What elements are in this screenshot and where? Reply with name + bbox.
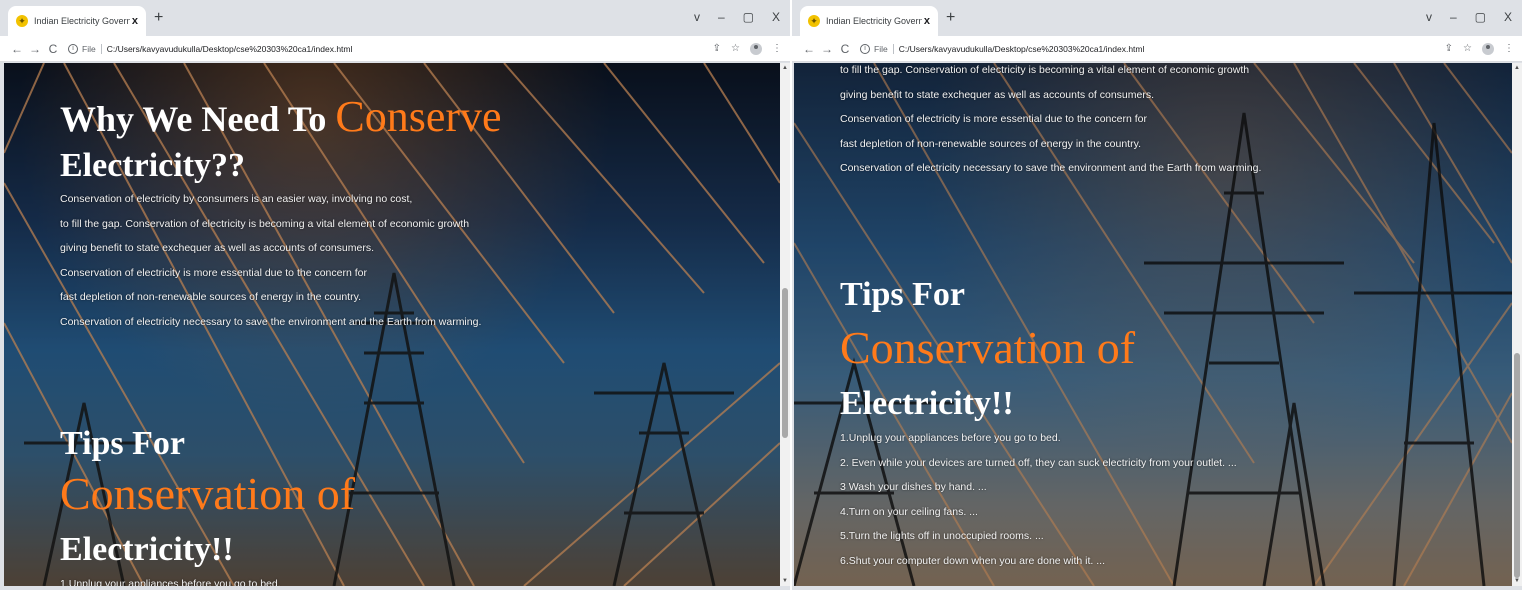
tab-strip: ✦ Indian Electricity Governament of x + … <box>792 0 1522 36</box>
address-separator <box>892 43 894 54</box>
why-line: giving benefit to state exchequer as wel… <box>60 242 375 254</box>
page-viewport: to fill the gap. Conservation of electri… <box>794 63 1512 586</box>
tips-heading-suffix: Electricity!! <box>840 385 1014 422</box>
reload-button[interactable]: C <box>44 42 62 56</box>
tab-close-icon[interactable]: x <box>132 15 138 27</box>
tab-search-button[interactable]: v <box>1426 10 1432 24</box>
tip-item: 1.Unplug your appliances before you go t… <box>840 432 1061 444</box>
why-line: Conservation of electricity is more esse… <box>60 266 367 279</box>
tab-close-icon[interactable]: x <box>924 15 930 27</box>
tip-item: 6.Shut your computer down when you are d… <box>840 554 1105 567</box>
scroll-thumb[interactable] <box>782 288 788 438</box>
toolbar-actions: ⇪ ☆ ⋮ <box>1445 42 1514 55</box>
why-line: Conservation of electricity necessary to… <box>60 315 482 328</box>
vertical-scrollbar[interactable]: ▲ ▼ <box>780 63 790 586</box>
why-line: fast depletion of non-renewable sources … <box>840 137 1141 150</box>
tips-list: 1.Unplug your appliances before you go t… <box>60 572 281 586</box>
tip-item: 5.Turn the lights off in unoccupied room… <box>840 530 1044 542</box>
why-paragraph: Conservation of electricity by consumers… <box>60 187 481 334</box>
tip-item: 2. Even while your devices are turned of… <box>840 456 1237 469</box>
share-icon[interactable]: ⇪ <box>1445 43 1453 54</box>
tip-item: 1.Unplug your appliances before you go t… <box>60 578 281 586</box>
scheme-label: File <box>82 43 96 54</box>
tab-search-button[interactable]: v <box>694 10 700 24</box>
new-tab-button[interactable]: + <box>946 10 955 26</box>
new-tab-button[interactable]: + <box>154 10 163 26</box>
tips-list: 1.Unplug your appliances before you go t… <box>840 426 1237 573</box>
forward-button[interactable]: → <box>818 42 836 56</box>
why-heading: Why We Need To Conserve <box>60 95 502 139</box>
browser-tab[interactable]: ✦ Indian Electricity Governament of x <box>800 6 938 36</box>
close-window-button[interactable]: X <box>1504 10 1512 24</box>
vertical-scrollbar[interactable]: ▲ ▼ <box>1512 63 1522 586</box>
bulb-favicon-icon: ✦ <box>16 15 28 27</box>
scheme-label: File <box>874 43 888 54</box>
menu-icon[interactable]: ⋮ <box>772 43 782 54</box>
address-url[interactable]: C:/Users/kavyavudukulla/Desktop/cse%2030… <box>107 44 353 54</box>
tip-item: 4.Turn on your ceiling fans. ... <box>840 505 978 518</box>
why-heading-highlight: Conserve <box>335 92 502 141</box>
menu-icon[interactable]: ⋮ <box>1504 43 1514 54</box>
browser-tab[interactable]: ✦ Indian Electricity Governament of x <box>8 6 146 36</box>
window-controls: v – ▢ X <box>1426 10 1512 24</box>
toolbar-actions: ⇪ ☆ ⋮ <box>713 42 782 55</box>
scroll-up-arrow-icon[interactable]: ▲ <box>780 63 790 73</box>
tips-heading-suffix: Electricity!! <box>60 531 234 568</box>
tab-title: Indian Electricity Governament of <box>826 16 922 26</box>
minimize-button[interactable]: – <box>1450 10 1457 24</box>
info-icon[interactable]: i <box>860 43 870 54</box>
back-button[interactable]: ← <box>800 42 818 56</box>
address-bar[interactable]: i File C:/Users/kavyavudukulla/Desktop/c… <box>68 43 713 54</box>
info-icon[interactable]: i <box>68 43 78 54</box>
tip-item: 3 Wash your dishes by hand. ... <box>840 481 987 493</box>
tips-heading-prefix: Tips For <box>60 425 186 462</box>
why-line: giving benefit to state exchequer as wel… <box>840 88 1155 101</box>
close-window-button[interactable]: X <box>772 10 780 24</box>
profile-icon[interactable] <box>750 42 762 55</box>
why-line: to fill the gap. Conservation of electri… <box>60 217 470 230</box>
tab-strip: ✦ Indian Electricity Governament of x + … <box>0 0 790 36</box>
why-line: Conservation of electricity necessary to… <box>840 162 1262 174</box>
scroll-up-arrow-icon[interactable]: ▲ <box>1512 63 1522 73</box>
reload-button[interactable]: C <box>836 42 854 56</box>
scroll-thumb[interactable] <box>1514 353 1520 578</box>
browser-window-right: ✦ Indian Electricity Governament of x + … <box>792 0 1522 590</box>
browser-toolbar: ← → C i File C:/Users/kavyavudukulla/Des… <box>792 36 1522 62</box>
why-paragraph: to fill the gap. Conservation of electri… <box>840 63 1261 181</box>
scroll-down-arrow-icon[interactable]: ▼ <box>1512 576 1522 586</box>
why-heading-suffix: Electricity?? <box>60 147 246 184</box>
share-icon[interactable]: ⇪ <box>713 43 721 54</box>
restore-button[interactable]: ▢ <box>743 10 754 24</box>
star-icon[interactable]: ☆ <box>1463 43 1472 54</box>
forward-button[interactable]: → <box>26 42 44 56</box>
tips-heading-highlight: Conservation of <box>60 468 356 519</box>
star-icon[interactable]: ☆ <box>731 43 740 54</box>
why-line: to fill the gap. Conservation of electri… <box>840 64 1250 76</box>
back-button[interactable]: ← <box>8 42 26 56</box>
browser-window-left: ✦ Indian Electricity Governament of x + … <box>0 0 790 590</box>
scroll-down-arrow-icon[interactable]: ▼ <box>780 576 790 586</box>
why-line: Conservation of electricity is more esse… <box>840 113 1147 125</box>
tips-heading-prefix: Tips For <box>840 276 966 313</box>
page-viewport: Why We Need To Conserve Electricity?? Co… <box>4 63 780 586</box>
address-url[interactable]: C:/Users/kavyavudukulla/Desktop/cse%2030… <box>899 44 1145 54</box>
address-bar[interactable]: i File C:/Users/kavyavudukulla/Desktop/c… <box>860 43 1445 54</box>
browser-toolbar: ← → C i File C:/Users/kavyavudukulla/Des… <box>0 36 790 62</box>
why-heading-prefix: Why We Need To <box>60 99 327 139</box>
address-separator <box>100 43 102 54</box>
window-controls: v – ▢ X <box>694 10 780 24</box>
restore-button[interactable]: ▢ <box>1475 10 1486 24</box>
minimize-button[interactable]: – <box>718 10 725 24</box>
tips-heading-highlight: Conservation of <box>840 322 1136 373</box>
why-line: Conservation of electricity by consumers… <box>60 193 413 205</box>
why-line: fast depletion of non-renewable sources … <box>60 291 361 303</box>
profile-icon[interactable] <box>1482 42 1494 55</box>
tab-title: Indian Electricity Governament of <box>34 16 130 26</box>
bulb-favicon-icon: ✦ <box>808 15 820 27</box>
